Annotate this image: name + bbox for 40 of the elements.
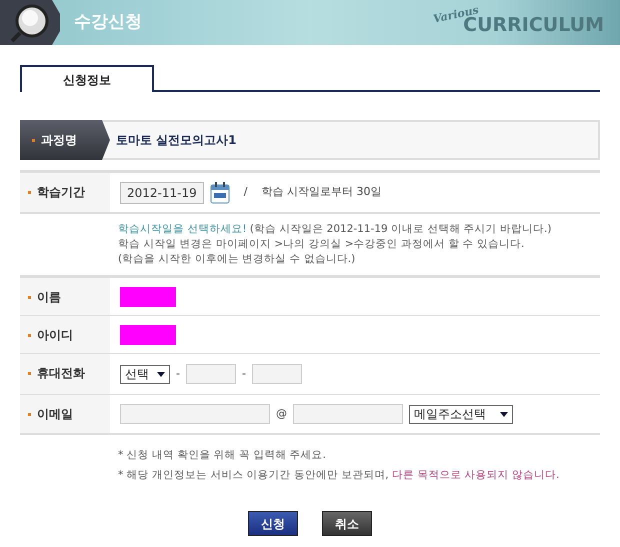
bullet-icon [28, 191, 31, 194]
select-dropdown[interactable]: 선택 [120, 364, 170, 384]
at-sign: @ [276, 406, 287, 422]
bullet-icon [32, 138, 35, 142]
note-text: * 해당 개인정보는 서비스 이용기간 동안에만 보관되며, 다른 목적으로 사용되지 않습니다. [118, 468, 560, 483]
bullet-icon [28, 413, 31, 416]
submit-button[interactable]: 신청 [248, 511, 298, 536]
bullet-icon [28, 372, 31, 376]
note-text: 학습시작일을 선택하세요! (학습 시작일은 2012-11-19 이내로 선택해 주시기 바랍니다.) [118, 222, 552, 237]
caret-icon [157, 372, 165, 376]
input-field[interactable] [186, 364, 236, 384]
magnifier-icon [10, 2, 50, 42]
page-title: 수강신청 [74, 10, 142, 34]
field-label: 과정명 [41, 132, 77, 149]
bullet-icon [28, 334, 31, 338]
field-label: 아이디 [37, 328, 73, 342]
separator-text: / [244, 184, 248, 200]
bullet-icon [28, 296, 31, 300]
course-name: 토마토 실전모의고사1 [115, 132, 237, 149]
date-field[interactable]: 2012-11-19 [120, 182, 204, 204]
duration-text: 학습 시작일로부터 30일 [261, 184, 382, 200]
field-label: 이름 [37, 290, 61, 304]
input-field[interactable] [293, 404, 403, 424]
field-label: 학습기간 [37, 185, 85, 199]
note-text: * 신청 내역 확인을 위해 꼭 입력해 주세요. [118, 448, 327, 463]
note-text: 학습 시작일 변경은 마이페이지 >나의 강의실 >수강중인 과정에서 할 수 있습니다. [118, 237, 526, 252]
field-label: 이메일 [37, 407, 73, 421]
field-label: 휴대전화 [37, 366, 85, 380]
calendar-icon[interactable] [210, 182, 230, 204]
dash-text: - [242, 366, 246, 382]
cancel-button[interactable]: 취소 [322, 511, 372, 536]
redaction-block [120, 324, 176, 344]
input-field[interactable] [120, 404, 270, 424]
caret-icon [500, 412, 508, 416]
tab[interactable]: 신청정보 [20, 65, 154, 92]
input-field[interactable] [252, 364, 302, 384]
redaction-block [120, 286, 176, 306]
select-dropdown[interactable]: 메일주소선택 [409, 404, 513, 424]
dash-text: - [176, 366, 180, 382]
note-text: (학습을 시작한 이후에는 변경하실 수 없습니다.) [118, 252, 356, 267]
